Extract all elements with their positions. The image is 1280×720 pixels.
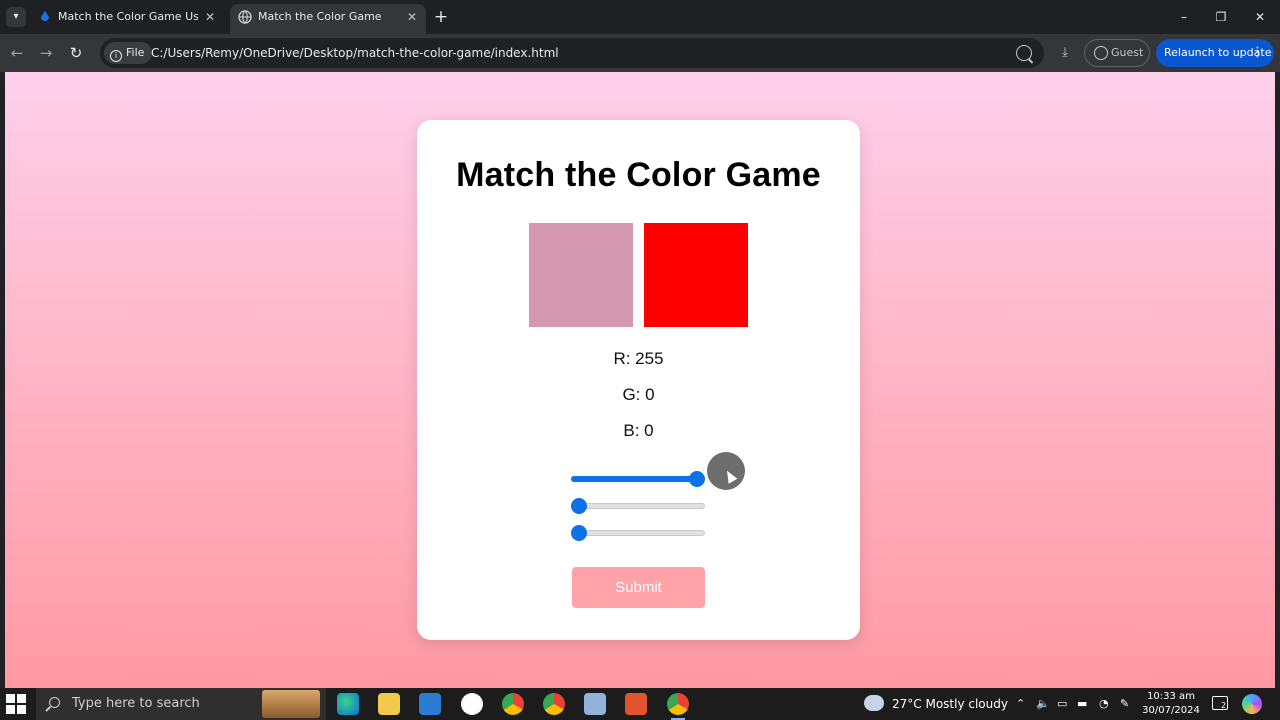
info-icon: i <box>110 50 122 62</box>
arrow-left-icon[interactable]: ← <box>6 42 28 64</box>
copilot-icon[interactable] <box>1242 694 1262 714</box>
pen-icon[interactable]: ✎ <box>1120 688 1129 720</box>
person-icon <box>1094 46 1108 60</box>
battery-icon[interactable]: ▬ <box>1077 688 1087 720</box>
slider-fill <box>571 476 697 482</box>
slider-track <box>571 503 705 509</box>
target-color-swatch <box>529 223 633 327</box>
notepad-icon[interactable] <box>584 693 606 715</box>
tab-match-the-color-game-using[interactable]: Match the Color Game Using H ✕ <box>30 4 224 34</box>
chrome-profile-icon[interactable] <box>543 693 565 715</box>
search-highlight-image <box>262 690 320 718</box>
minimize-button[interactable]: – <box>1166 6 1202 28</box>
page-title: Match the Color Game <box>456 156 821 194</box>
download-icon[interactable]: ⤓ <box>1056 44 1074 62</box>
notification-icon[interactable]: 2 <box>1212 696 1228 710</box>
system-clock[interactable]: 10:33 am 30/07/2024 <box>1140 690 1202 718</box>
profile-label: Guest <box>1111 46 1144 59</box>
address-bar[interactable]: i File C:/Users/Remy/OneDrive/Desktop/mat… <box>100 38 1044 68</box>
chevron-up-icon[interactable]: ⌃ <box>1016 688 1025 720</box>
red-slider[interactable] <box>571 471 705 487</box>
close-tab-icon[interactable]: ✕ <box>202 4 218 30</box>
screen-recorder-icon[interactable] <box>625 693 647 715</box>
game-card: Match the Color Game R: 255 G: 0 B: 0 Su… <box>417 120 860 640</box>
slider-thumb[interactable] <box>571 525 587 541</box>
green-value: G: 0 <box>622 385 655 404</box>
submit-button[interactable]: Submit <box>572 567 705 608</box>
file-explorer-icon[interactable] <box>378 693 400 715</box>
close-tab-icon[interactable]: ✕ <box>404 4 420 30</box>
weather-text: 27°C Mostly cloudy <box>892 697 1008 711</box>
slider-thumb[interactable] <box>689 471 705 487</box>
site-info-chip[interactable]: i File <box>104 42 153 64</box>
restore-button[interactable]: ❐ <box>1203 6 1239 28</box>
blue-slider[interactable] <box>571 525 705 541</box>
relaunch-button[interactable]: Relaunch to update ⋮ <box>1156 39 1274 67</box>
slider-track <box>571 530 705 536</box>
tab-match-the-color-game[interactable]: Match the Color Game ✕ <box>230 4 426 34</box>
tab-label: Match the Color Game Using H <box>58 10 198 23</box>
wifi-icon[interactable]: ◔ <box>1099 688 1109 720</box>
reload-icon[interactable]: ↻ <box>65 42 87 64</box>
app-store-icon[interactable] <box>461 693 483 715</box>
kebab-menu-icon[interactable]: ⋮ <box>1251 39 1264 67</box>
drop-icon <box>41 11 49 21</box>
taskbar-search-placeholder: Type here to search <box>72 696 200 711</box>
green-slider[interactable] <box>571 498 705 514</box>
edge-icon[interactable] <box>337 693 359 715</box>
red-value: R: 255 <box>613 349 664 368</box>
zoom-icon[interactable] <box>1016 45 1032 61</box>
globe-icon <box>238 10 252 24</box>
scheme-label: File <box>126 46 145 59</box>
speaker-icon[interactable]: 🔈 <box>1036 688 1050 720</box>
windows-taskbar: Type here to search 27°C Mostly cloudy ⌃… <box>0 688 1280 720</box>
tab-label: Match the Color Game <box>258 10 382 23</box>
clock-date: 30/07/2024 <box>1142 705 1200 716</box>
profile-button[interactable]: Guest <box>1084 39 1150 67</box>
search-icon <box>49 697 60 708</box>
close-window-button[interactable]: ✕ <box>1242 6 1278 28</box>
url-text[interactable]: C:/Users/Remy/OneDrive/Desktop/match-the… <box>151 38 559 68</box>
windows-start-icon[interactable] <box>6 694 26 714</box>
page-viewport: Match the Color Game R: 255 G: 0 B: 0 Su… <box>5 72 1275 688</box>
browser-toolbar: ← → ↻ i File C:/Users/Remy/OneDrive/Deskt… <box>0 34 1280 72</box>
cloudy-weather-icon <box>864 695 884 711</box>
taskbar-search[interactable]: Type here to search <box>36 688 326 720</box>
chrome-active-icon[interactable] <box>667 693 689 720</box>
new-tab-button[interactable]: + <box>432 7 450 27</box>
arrow-right-icon[interactable]: → <box>35 42 57 64</box>
tab-strip: ▾ Match the Color Game Using H ✕ Match t… <box>0 0 1280 34</box>
blue-value: B: 0 <box>623 421 654 440</box>
chevron-down-icon: ▾ <box>13 11 19 22</box>
notification-count: 2 <box>1221 701 1227 710</box>
clock-time: 10:33 am <box>1147 691 1195 702</box>
vscode-icon[interactable] <box>419 693 441 715</box>
meet-now-icon[interactable]: ▭ <box>1057 688 1067 720</box>
slider-thumb[interactable] <box>571 498 587 514</box>
tab-search-button[interactable]: ▾ <box>6 7 26 27</box>
weather-widget[interactable]: 27°C Mostly cloudy <box>864 688 1008 720</box>
player-color-swatch <box>644 223 748 327</box>
chrome-icon[interactable] <box>502 693 524 715</box>
